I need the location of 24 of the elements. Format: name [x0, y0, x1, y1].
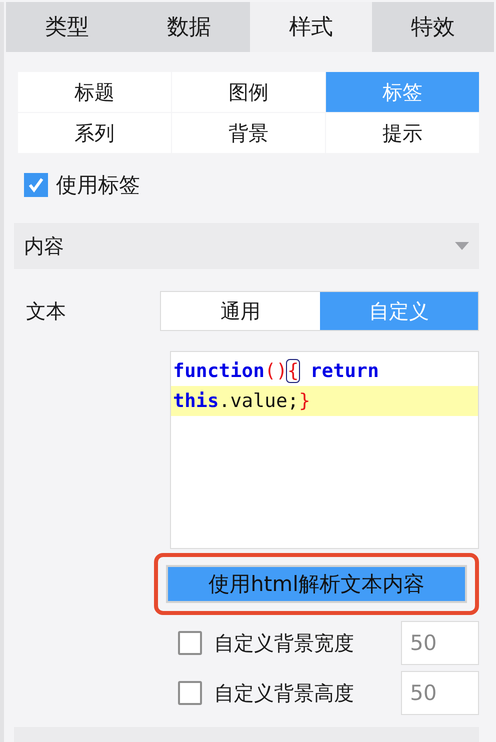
style-tab[interactable]: 提示 — [326, 113, 479, 153]
checkbox[interactable] — [178, 631, 202, 655]
style-tab[interactable]: 系列 — [18, 113, 171, 153]
checkbox[interactable] — [178, 681, 202, 705]
dropdown-triangle-icon — [455, 242, 469, 250]
style-tab[interactable]: 标题 — [18, 72, 171, 112]
style-tab[interactable]: 背景 — [172, 113, 325, 153]
code-editor[interactable]: function(){ return this.value;} — [170, 351, 479, 549]
number-field[interactable]: 50 — [401, 671, 479, 715]
checkbox-label: 使用标签 — [56, 172, 140, 199]
panel-tab[interactable]: 特效 — [372, 2, 494, 52]
style-tab[interactable]: 图例 — [172, 72, 325, 112]
field-label: 文本 — [25, 298, 67, 324]
checkbox-label: 自定义背景高度 — [214, 680, 355, 706]
number-field[interactable]: 50 — [401, 621, 479, 665]
section-header[interactable]: 内容 — [14, 223, 479, 269]
section-title: 内容 — [24, 232, 64, 260]
panel-tab[interactable]: 数据 — [128, 2, 250, 52]
parse-html-button[interactable]: 使用html解析文本内容 — [166, 565, 467, 603]
checkbox-label: 自定义背景宽度 — [214, 630, 355, 656]
panel-tab[interactable]: 样式 — [250, 2, 372, 52]
code-line: function(){ return — [172, 359, 380, 384]
checkbox[interactable] — [24, 173, 48, 197]
panel-tab[interactable]: 类型 — [6, 2, 128, 52]
